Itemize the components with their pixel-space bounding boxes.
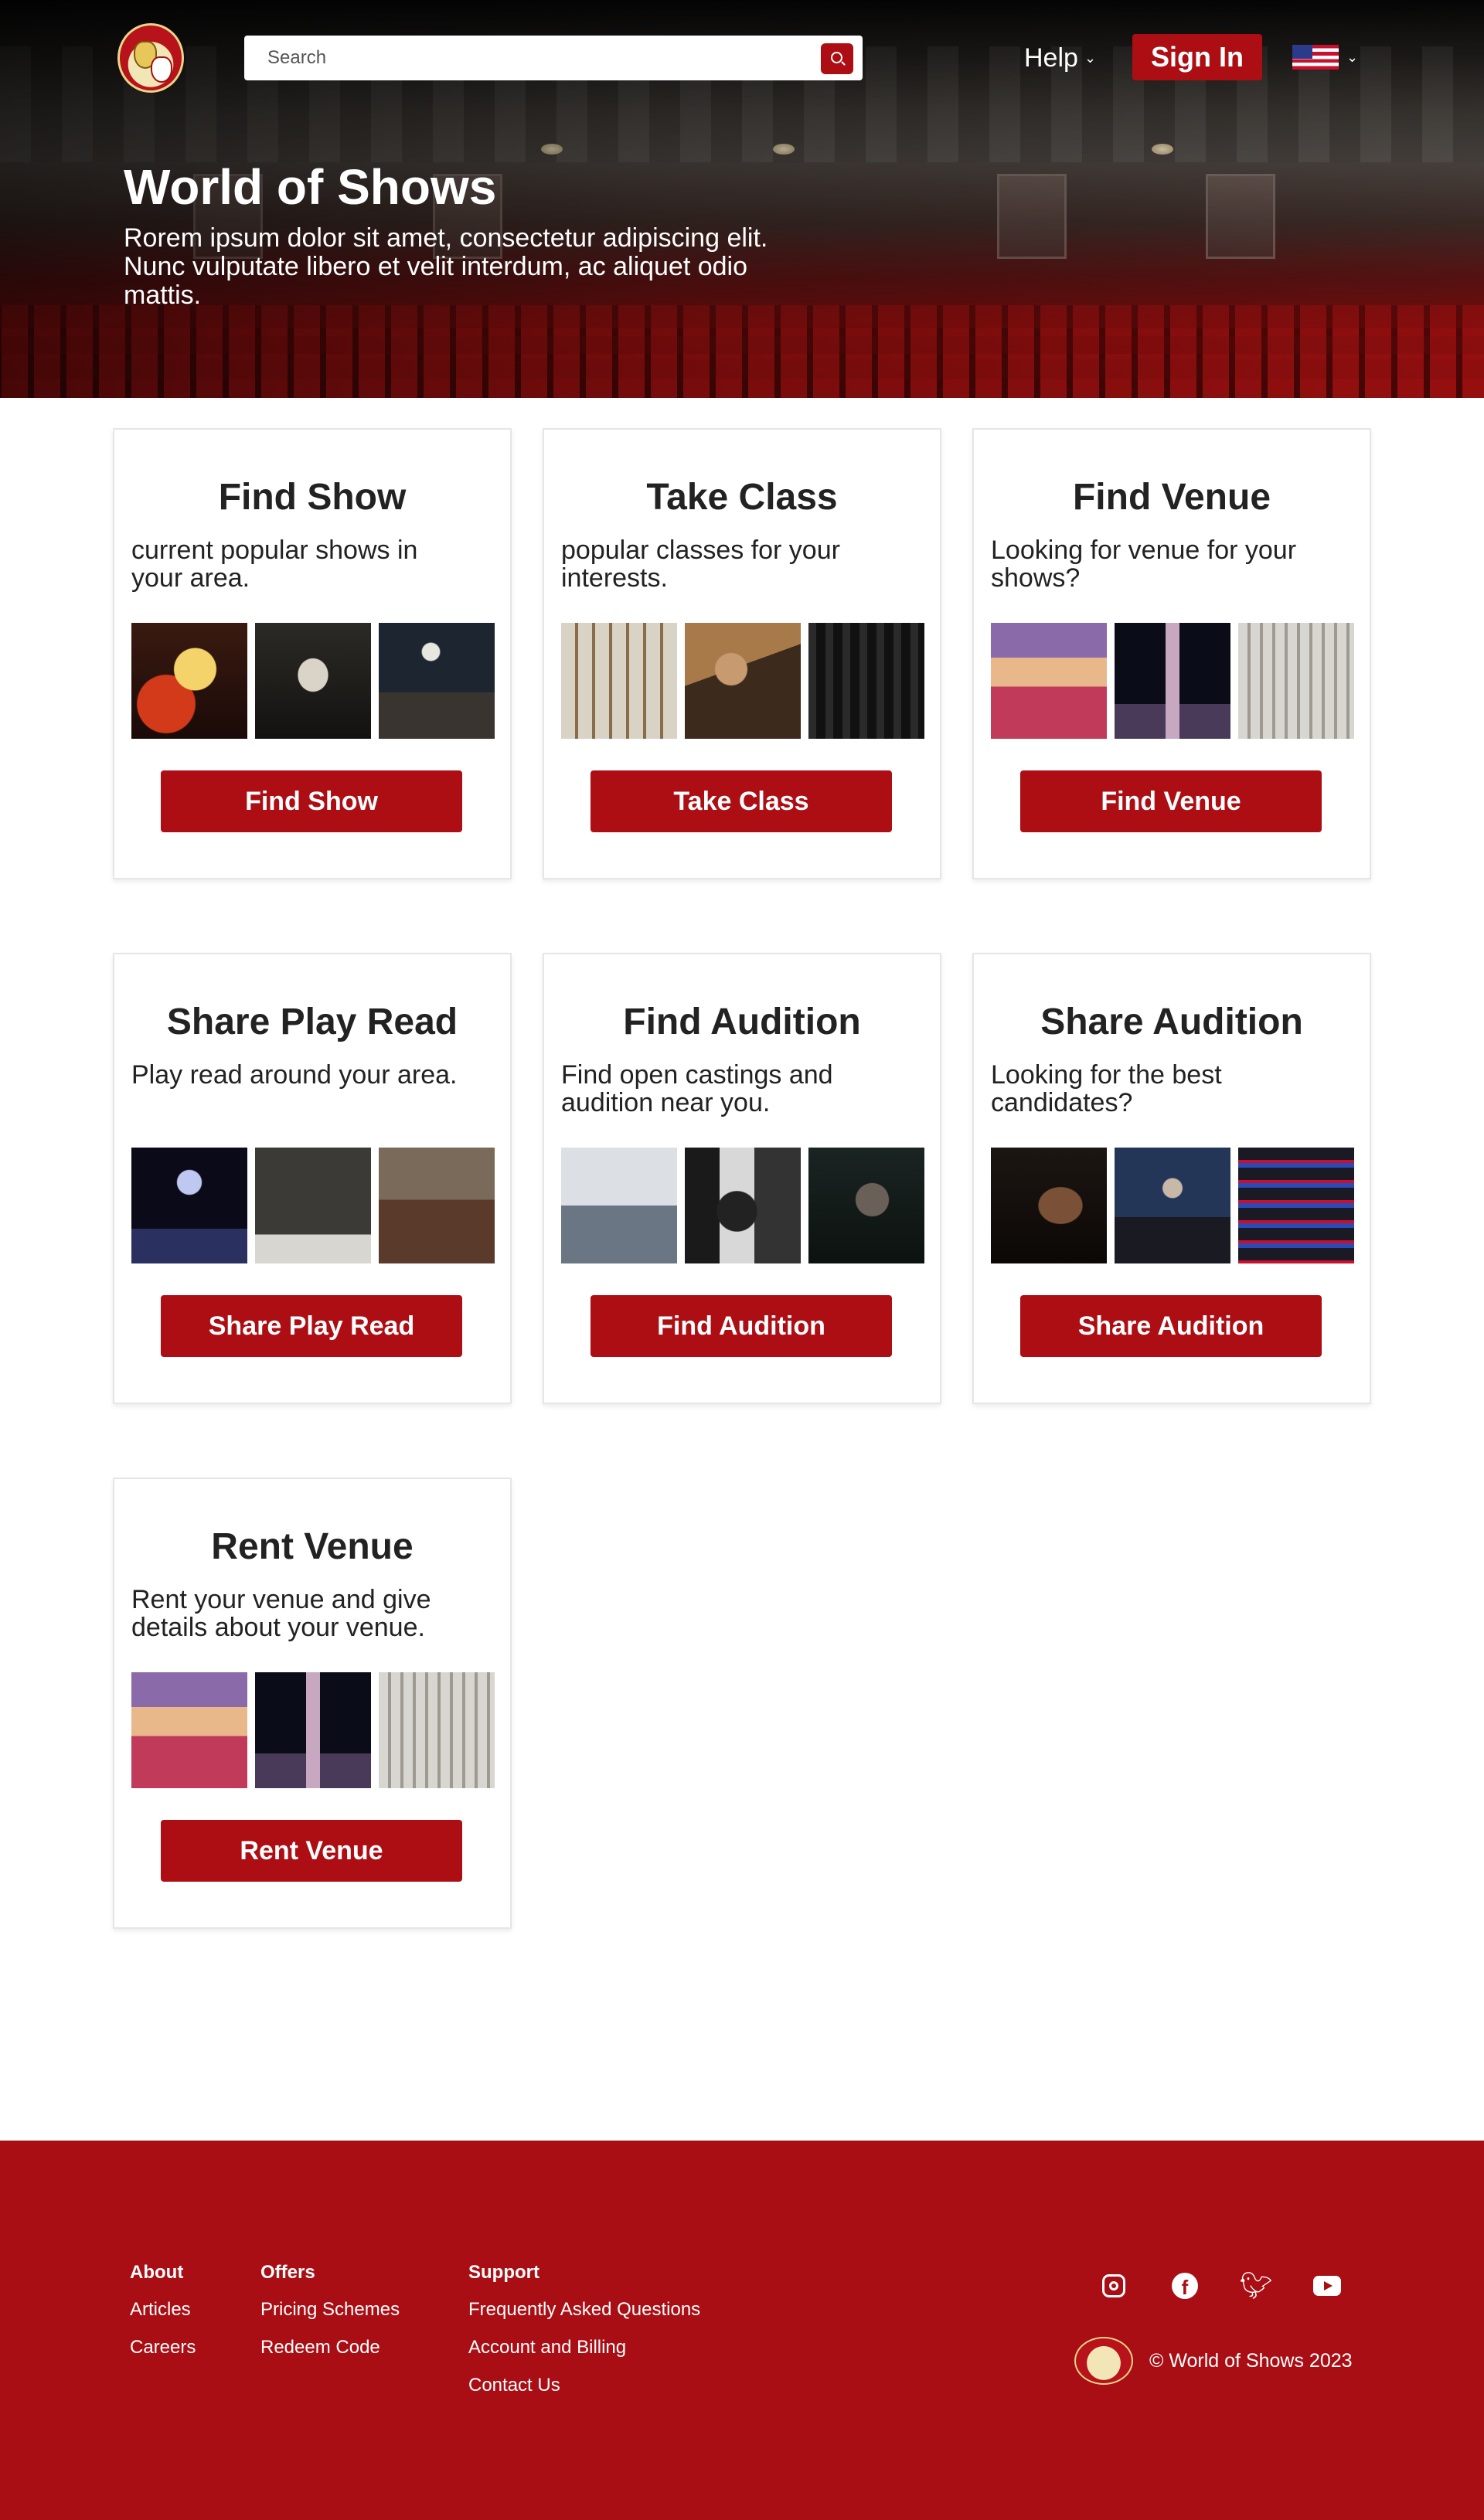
facebook-link[interactable]: f bbox=[1169, 2270, 1200, 2301]
rent-venue-button[interactable]: Rent Venue bbox=[161, 1820, 462, 1882]
help-label: Help bbox=[1024, 43, 1078, 73]
card-thumbnails bbox=[561, 623, 924, 739]
hero-title: World of Shows bbox=[124, 159, 497, 215]
twitter-link[interactable]: 🐦︎ bbox=[1239, 2270, 1273, 2301]
play-read-thumbnail[interactable] bbox=[131, 1148, 247, 1263]
card-thumbnails bbox=[991, 1148, 1354, 1263]
hero-description: Rorem ipsum dolor sit amet, consectetur … bbox=[124, 223, 768, 310]
card-rent-venue: Rent Venue Rent your venue and give deta… bbox=[113, 1478, 512, 1929]
class-thumbnail[interactable] bbox=[561, 623, 677, 739]
venue-thumbnail[interactable] bbox=[131, 1672, 247, 1788]
class-thumbnail[interactable] bbox=[808, 623, 924, 739]
footer-column-support: Support Frequently Asked Questions Accou… bbox=[468, 2261, 700, 2412]
card-title: Share Audition bbox=[1040, 1002, 1303, 1042]
facebook-icon: f bbox=[1172, 2273, 1198, 2299]
card-find-show: Find Show current popular shows in your … bbox=[113, 428, 512, 879]
copyright-text: © World of Shows 2023 bbox=[1149, 2350, 1353, 2372]
language-selector[interactable]: ⌄ bbox=[1292, 45, 1358, 70]
audition-thumbnail[interactable] bbox=[1238, 1148, 1354, 1263]
card-title: Find Show bbox=[218, 477, 407, 518]
chevron-down-icon: ⌄ bbox=[1084, 50, 1097, 66]
card-find-audition: Find Audition Find open castings and aud… bbox=[543, 953, 941, 1404]
show-thumbnail[interactable] bbox=[131, 623, 247, 739]
footer-heading: About bbox=[130, 2262, 184, 2283]
twitter-icon: 🐦︎ bbox=[1239, 2271, 1273, 2301]
venue-thumbnail[interactable] bbox=[255, 1672, 371, 1788]
class-thumbnail[interactable] bbox=[685, 623, 801, 739]
audition-thumbnail[interactable] bbox=[1115, 1148, 1230, 1263]
card-description: Play read around your area. bbox=[131, 1060, 458, 1090]
help-menu[interactable]: Help ⌄ bbox=[1024, 40, 1096, 76]
card-description: Looking for the best candidates? bbox=[991, 1060, 1222, 1117]
card-title: Find Audition bbox=[623, 1002, 861, 1042]
card-thumbnails bbox=[131, 1148, 495, 1263]
footer-link-pricing[interactable]: Pricing Schemes bbox=[260, 2298, 400, 2321]
card-description: Looking for venue for your shows? bbox=[991, 536, 1297, 593]
footer-heading: Support bbox=[468, 2262, 539, 2283]
tragedy-mask-icon bbox=[151, 56, 172, 83]
card-thumbnails bbox=[991, 623, 1354, 739]
share-play-read-button[interactable]: Share Play Read bbox=[161, 1295, 462, 1357]
youtube-icon bbox=[1313, 2276, 1341, 2296]
footer-link-articles[interactable]: Articles bbox=[130, 2298, 196, 2321]
card-title: Find Venue bbox=[1072, 477, 1271, 518]
audition-thumbnail[interactable] bbox=[561, 1148, 677, 1263]
search-input[interactable] bbox=[267, 36, 793, 80]
top-navbar: Help ⌄ Sign In ⌄ bbox=[0, 0, 1484, 116]
footer-link-careers[interactable]: Careers bbox=[130, 2336, 196, 2359]
card-take-class: Take Class popular classes for your inte… bbox=[543, 428, 941, 879]
card-title: Rent Venue bbox=[211, 1526, 414, 1567]
youtube-link[interactable] bbox=[1312, 2270, 1343, 2301]
card-description: current popular shows in your area. bbox=[131, 536, 418, 593]
show-thumbnail[interactable] bbox=[255, 623, 371, 739]
search-button[interactable] bbox=[821, 43, 853, 74]
card-thumbnails bbox=[561, 1148, 924, 1263]
search-bar bbox=[244, 36, 863, 80]
site-logo[interactable] bbox=[117, 23, 184, 93]
audition-thumbnail[interactable] bbox=[808, 1148, 924, 1263]
find-venue-button[interactable]: Find Venue bbox=[1020, 770, 1322, 832]
venue-thumbnail[interactable] bbox=[1238, 623, 1354, 739]
search-icon-handle bbox=[841, 61, 846, 66]
us-flag-icon bbox=[1292, 45, 1339, 70]
site-footer: About Articles Careers Offers Pricing Sc… bbox=[0, 2141, 1484, 2520]
venue-thumbnail[interactable] bbox=[379, 1672, 495, 1788]
card-description: Find open castings and audition near you… bbox=[561, 1060, 833, 1117]
chevron-down-icon: ⌄ bbox=[1346, 49, 1359, 65]
footer-link-billing[interactable]: Account and Billing bbox=[468, 2336, 700, 2359]
instagram-icon bbox=[1102, 2274, 1125, 2297]
find-show-button[interactable]: Find Show bbox=[161, 770, 462, 832]
footer-column-offers: Offers Pricing Schemes Redeem Code bbox=[260, 2261, 400, 2374]
footer-link-contact[interactable]: Contact Us bbox=[468, 2374, 700, 2397]
show-thumbnail[interactable] bbox=[379, 623, 495, 739]
sign-in-button[interactable]: Sign In bbox=[1132, 34, 1262, 80]
footer-logo bbox=[1074, 2337, 1133, 2385]
take-class-button[interactable]: Take Class bbox=[591, 770, 892, 832]
find-audition-button[interactable]: Find Audition bbox=[591, 1295, 892, 1357]
venue-thumbnail[interactable] bbox=[991, 623, 1107, 739]
card-title: Share Play Read bbox=[166, 1002, 458, 1042]
card-description: popular classes for your interests. bbox=[561, 536, 840, 593]
play-read-thumbnail[interactable] bbox=[379, 1148, 495, 1263]
footer-heading: Offers bbox=[260, 2262, 315, 2283]
card-thumbnails bbox=[131, 1672, 495, 1788]
footer-link-faq[interactable]: Frequently Asked Questions bbox=[468, 2298, 700, 2321]
audition-thumbnail[interactable] bbox=[991, 1148, 1107, 1263]
card-thumbnails bbox=[131, 623, 495, 739]
instagram-link[interactable] bbox=[1098, 2270, 1129, 2301]
card-share-audition: Share Audition Looking for the best cand… bbox=[972, 953, 1371, 1404]
footer-column-about: About Articles Careers bbox=[130, 2261, 196, 2374]
card-share-play-read: Share Play Read Play read around your ar… bbox=[113, 953, 512, 1404]
card-description: Rent your venue and give details about y… bbox=[131, 1585, 431, 1642]
card-find-venue: Find Venue Looking for venue for your sh… bbox=[972, 428, 1371, 879]
footer-link-redeem[interactable]: Redeem Code bbox=[260, 2336, 400, 2359]
play-read-thumbnail[interactable] bbox=[255, 1148, 371, 1263]
card-title: Take Class bbox=[646, 477, 838, 518]
venue-thumbnail[interactable] bbox=[1115, 623, 1230, 739]
share-audition-button[interactable]: Share Audition bbox=[1020, 1295, 1322, 1357]
audition-thumbnail[interactable] bbox=[685, 1148, 801, 1263]
